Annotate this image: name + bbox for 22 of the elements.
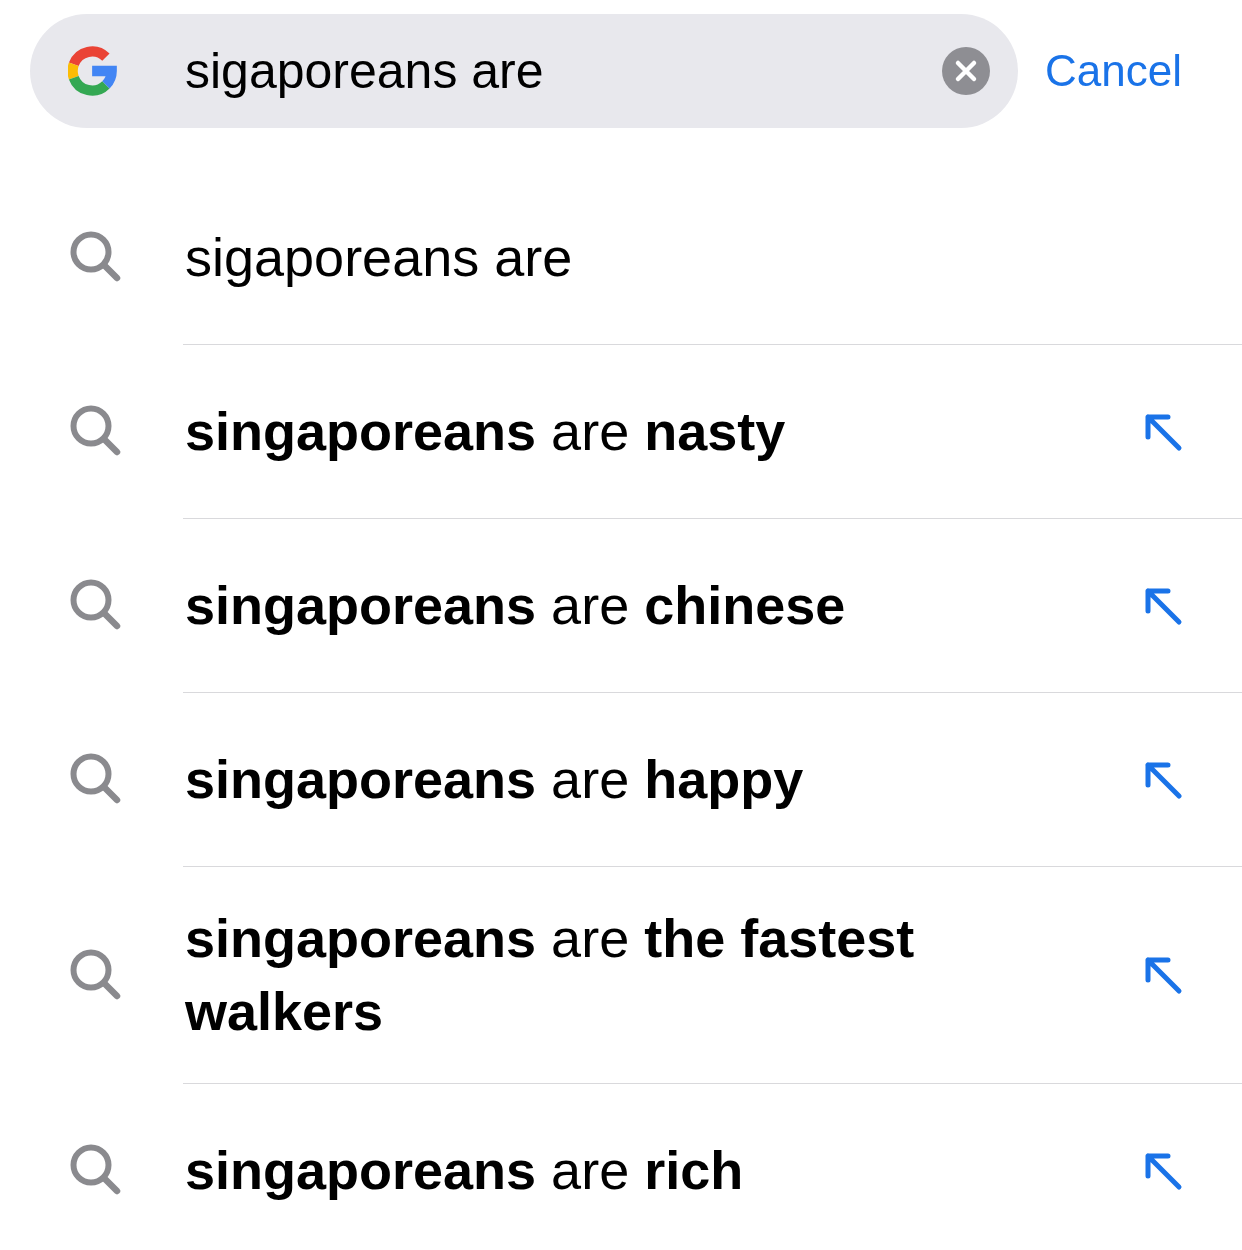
cancel-button[interactable]: Cancel <box>1045 46 1182 96</box>
search-icon <box>70 231 122 283</box>
arrow-up-left-icon[interactable] <box>1143 759 1183 800</box>
search-icon <box>70 405 122 457</box>
suggestion-text[interactable]: singaporeans are chinese <box>185 569 1143 642</box>
arrow-up-left-icon[interactable] <box>1143 955 1183 995</box>
search-icon <box>70 948 122 1001</box>
search-icon <box>70 753 122 805</box>
clear-button[interactable] <box>942 47 990 95</box>
suggestion-text[interactable]: sigaporeans are <box>185 220 1183 294</box>
arrow-up-left-icon[interactable] <box>1143 1150 1183 1191</box>
arrow-up-left-icon[interactable] <box>1143 585 1183 626</box>
suggestion-text[interactable]: singaporeans are the fastest walkers <box>185 902 1143 1048</box>
search-input[interactable]: sigaporeans are <box>185 42 922 100</box>
search-bar[interactable]: sigaporeans are <box>30 14 1018 128</box>
search-icon <box>70 579 122 631</box>
arrow-up-left-icon[interactable] <box>1143 411 1183 452</box>
suggestion-text[interactable]: singaporeans are happy <box>185 743 1143 816</box>
search-icon <box>70 1144 122 1196</box>
clear-icon <box>942 47 990 95</box>
suggestion-text[interactable]: singaporeans are rich <box>185 1134 1143 1207</box>
suggestion-text[interactable]: singaporeans are nasty <box>185 395 1143 468</box>
